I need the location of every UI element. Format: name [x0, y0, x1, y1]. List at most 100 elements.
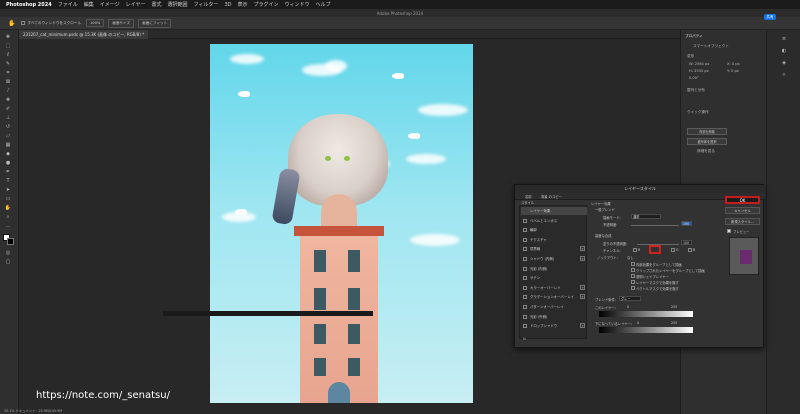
- layers-icon[interactable]: ≡: [780, 36, 788, 42]
- remove-background-button[interactable]: 背景を削除: [687, 128, 727, 135]
- quick-actions-section[interactable]: クイック操作: [687, 110, 709, 115]
- eraser-tool-icon[interactable]: ▱: [4, 133, 12, 139]
- align-section[interactable]: 整列と分布: [687, 88, 705, 93]
- app-menu[interactable]: Photoshop 2024: [6, 2, 52, 8]
- eyedropper-tool-icon[interactable]: ⁄: [4, 88, 12, 94]
- channel-b-checkbox[interactable]: [688, 248, 692, 252]
- zoom-100-button[interactable]: 100%: [86, 19, 105, 27]
- fit-screen-button[interactable]: 画面サイズ: [108, 18, 135, 28]
- dodge-tool-icon[interactable]: ●: [4, 160, 12, 166]
- option-checkbox[interactable]: [631, 268, 635, 272]
- menu-3d[interactable]: 3D: [224, 2, 231, 8]
- history-brush-tool-icon[interactable]: ↺: [4, 124, 12, 130]
- option-checkbox[interactable]: [631, 262, 635, 266]
- menu-filter[interactable]: フィルター: [194, 1, 219, 8]
- angle-field[interactable]: 0.00°: [689, 76, 699, 80]
- this-layer-gradient[interactable]: [599, 311, 693, 317]
- new-style-button[interactable]: 新規スタイル...: [725, 218, 760, 225]
- brush-tool-icon[interactable]: ✐: [4, 106, 12, 112]
- healing-tool-icon[interactable]: ✚: [4, 97, 12, 103]
- add-style-icon[interactable]: +: [580, 284, 585, 290]
- shape-tool-icon[interactable]: ▭: [4, 196, 12, 202]
- frame-tool-icon[interactable]: ⊠: [4, 79, 12, 85]
- style-checkbox[interactable]: [523, 228, 527, 233]
- channel-r-checkbox[interactable]: [633, 248, 637, 252]
- marquee-tool-icon[interactable]: ⬚: [4, 43, 12, 49]
- menu-window[interactable]: ウィンドウ: [285, 1, 310, 8]
- style-checkbox[interactable]: [523, 257, 527, 261]
- style-item[interactable]: 光彩 (外側): [521, 313, 587, 321]
- style-checkbox[interactable]: [523, 266, 527, 271]
- menu-file[interactable]: ファイル: [58, 1, 78, 8]
- crop-tool-icon[interactable]: ⌗: [4, 70, 12, 76]
- blur-tool-icon[interactable]: ◆: [4, 151, 12, 157]
- background-color-swatch[interactable]: [7, 238, 14, 245]
- fill-opacity-field[interactable]: 100: [681, 240, 692, 245]
- paths-icon[interactable]: ✧: [780, 72, 788, 78]
- quick-mask-icon[interactable]: ◎: [4, 250, 12, 256]
- move-tool-icon[interactable]: ✥: [4, 34, 12, 40]
- style-item[interactable]: レイヤー効果: [521, 207, 587, 215]
- style-item[interactable]: ドロップシャドウ +: [521, 322, 587, 330]
- menu-layer[interactable]: レイヤー: [126, 1, 146, 8]
- x-field[interactable]: X: 0 px: [727, 62, 740, 66]
- preview-checkbox[interactable]: [727, 229, 731, 233]
- document-canvas[interactable]: [210, 44, 473, 403]
- style-checkbox[interactable]: [523, 218, 527, 223]
- opacity-slider[interactable]: [631, 225, 679, 226]
- style-checkbox[interactable]: [523, 276, 527, 281]
- option-checkbox[interactable]: [631, 286, 635, 290]
- opacity-field[interactable]: 100: [681, 221, 692, 226]
- style-checkbox[interactable]: [523, 295, 527, 300]
- menu-select[interactable]: 選択範囲: [168, 1, 188, 8]
- adjustments-icon[interactable]: ◐: [780, 48, 788, 54]
- menu-view[interactable]: 表示: [237, 1, 247, 8]
- add-style-icon[interactable]: +: [580, 256, 585, 261]
- menu-help[interactable]: ヘルプ: [316, 1, 331, 8]
- width-field[interactable]: W: 2564 px: [689, 62, 709, 66]
- option-checkbox[interactable]: [631, 280, 635, 284]
- scroll-all-checkbox[interactable]: [21, 21, 26, 25]
- style-item[interactable]: サテン: [521, 274, 587, 282]
- blend-mode-select[interactable]: 通常: [631, 214, 661, 219]
- blend-if-select[interactable]: グレー: [619, 296, 641, 301]
- style-checkbox[interactable]: [523, 247, 527, 252]
- menu-plugins[interactable]: プラグイン: [253, 1, 278, 8]
- path-select-tool-icon[interactable]: ➤: [4, 187, 12, 193]
- learn-more-link[interactable]: 詳細を見る: [697, 149, 715, 154]
- transform-section[interactable]: 変形: [687, 54, 694, 59]
- type-tool-icon[interactable]: T: [4, 178, 12, 184]
- style-checkbox[interactable]: [523, 285, 527, 290]
- more-tools-icon[interactable]: …: [4, 223, 12, 229]
- select-subject-button[interactable]: 被写体を選択: [687, 138, 727, 145]
- menu-edit[interactable]: 編集: [84, 1, 94, 8]
- channels-icon[interactable]: ◈: [780, 60, 788, 66]
- option-checkbox[interactable]: [631, 274, 635, 278]
- menu-image[interactable]: イメージ: [100, 1, 120, 8]
- knockout-select[interactable]: なし: [627, 255, 634, 260]
- style-item[interactable]: グラデーションオーバーレイ +: [521, 293, 587, 301]
- style-item[interactable]: パターンオーバーレイ: [521, 303, 587, 311]
- style-checkbox[interactable]: [523, 314, 527, 319]
- add-style-icon[interactable]: +: [580, 294, 585, 300]
- quick-select-tool-icon[interactable]: ✎: [4, 61, 12, 67]
- fx-icon[interactable]: fx: [523, 337, 526, 341]
- style-item[interactable]: シャドウ (内側) +: [521, 255, 587, 263]
- style-item[interactable]: ベベルとエンボス: [521, 217, 587, 225]
- style-item[interactable]: 光彩 (内側): [521, 265, 587, 273]
- share-button[interactable]: 共有: [764, 14, 776, 20]
- add-style-icon[interactable]: +: [580, 246, 585, 252]
- pen-tool-icon[interactable]: ✒: [4, 169, 12, 175]
- style-item[interactable]: テクスチャ: [521, 236, 587, 244]
- style-item[interactable]: 境界線 +: [521, 245, 587, 253]
- zoom-tool-icon[interactable]: ⌕: [4, 214, 12, 220]
- add-style-icon[interactable]: +: [580, 323, 585, 329]
- hand-tool-icon[interactable]: ✋: [4, 205, 12, 211]
- menu-type[interactable]: 書式: [152, 1, 162, 8]
- fill-screen-button[interactable]: 画面にフィット: [138, 18, 172, 28]
- style-item[interactable]: 輪郭: [521, 226, 587, 234]
- ok-button[interactable]: OK: [725, 196, 760, 204]
- stamp-tool-icon[interactable]: ⊥: [4, 115, 12, 121]
- style-checkbox[interactable]: [523, 324, 527, 329]
- style-checkbox[interactable]: [523, 305, 527, 309]
